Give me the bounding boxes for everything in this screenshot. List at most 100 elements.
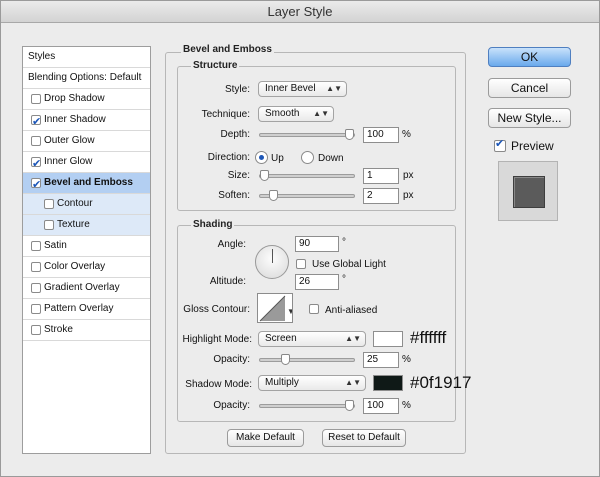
highlight-opacity-label: Opacity: bbox=[213, 354, 250, 365]
ok-button[interactable]: OK bbox=[488, 47, 571, 67]
style-item-label: Gradient Overlay bbox=[44, 282, 120, 293]
style-item-pattern-overlay[interactable]: Pattern Overlay bbox=[23, 299, 150, 320]
depth-unit: % bbox=[402, 129, 411, 140]
direction-label: Direction: bbox=[207, 152, 250, 163]
style-item-checkbox[interactable] bbox=[31, 262, 41, 272]
shadow-opacity-input[interactable]: 100 bbox=[363, 398, 399, 414]
highlight-opacity-slider[interactable] bbox=[259, 354, 355, 365]
style-item-checkbox[interactable] bbox=[31, 175, 41, 195]
shadow-opacity-label: Opacity: bbox=[213, 400, 250, 411]
styles-header-label: Styles bbox=[28, 51, 56, 62]
styles-list: Styles Blending Options: Default Drop Sha… bbox=[22, 46, 151, 454]
reset-to-default-button[interactable]: Reset to Default bbox=[322, 429, 406, 447]
style-item-drop-shadow[interactable]: Drop Shadow bbox=[23, 89, 150, 110]
style-item-checkbox[interactable] bbox=[31, 304, 41, 314]
anti-aliased-label: Anti-aliased bbox=[325, 305, 378, 316]
style-item-outer-glow[interactable]: Outer Glow bbox=[23, 131, 150, 152]
altitude-input[interactable]: 26 bbox=[295, 274, 339, 290]
depth-input[interactable]: 100 bbox=[363, 127, 399, 143]
highlight-mode-value: Screen bbox=[265, 333, 297, 344]
soften-input[interactable]: 2 bbox=[363, 188, 399, 204]
preview-sample-square bbox=[513, 176, 545, 208]
shadow-color-note: #0f1917 bbox=[410, 373, 472, 392]
style-item-checkbox[interactable] bbox=[31, 112, 41, 132]
highlight-opacity-unit: % bbox=[402, 354, 411, 365]
depth-label: Depth: bbox=[220, 129, 250, 140]
style-popup[interactable]: Inner Bevel ▲▼ bbox=[258, 81, 347, 97]
technique-popup[interactable]: Smooth ▲▼ bbox=[258, 106, 334, 122]
highlight-color-swatch[interactable] bbox=[373, 331, 403, 347]
shadow-opacity-slider[interactable] bbox=[259, 400, 355, 411]
styles-list-header[interactable]: Styles bbox=[23, 47, 150, 68]
soften-label: Soften: bbox=[218, 190, 250, 201]
style-item-checkbox[interactable] bbox=[44, 220, 54, 230]
gloss-contour-picker[interactable]: ▼ bbox=[257, 293, 293, 323]
style-item-checkbox[interactable] bbox=[31, 283, 41, 293]
global-light-label: Use Global Light bbox=[312, 259, 386, 270]
style-item-label: Inner Shadow bbox=[44, 114, 106, 125]
style-popup-value: Inner Bevel bbox=[265, 83, 316, 94]
anti-aliased-checkbox[interactable] bbox=[309, 304, 319, 314]
depth-slider[interactable] bbox=[259, 129, 355, 140]
technique-popup-value: Smooth bbox=[265, 108, 300, 119]
direction-down-radio[interactable] bbox=[301, 151, 314, 164]
style-item-label: Inner Glow bbox=[44, 156, 93, 167]
size-input[interactable]: 1 bbox=[363, 168, 399, 184]
style-item-color-overlay[interactable]: Color Overlay bbox=[23, 257, 150, 278]
structure-title: Structure bbox=[191, 60, 240, 71]
angle-input[interactable]: 90 bbox=[295, 236, 339, 252]
popup-arrows-icon: ▲▼ bbox=[345, 378, 361, 387]
style-item-bevel-and-emboss[interactable]: Bevel and Emboss bbox=[23, 173, 150, 195]
make-default-button[interactable]: Make Default bbox=[227, 429, 304, 447]
altitude-unit: ° bbox=[342, 274, 346, 285]
direction-up-radio[interactable] bbox=[255, 151, 268, 164]
style-item-inner-glow[interactable]: Inner Glow bbox=[23, 152, 150, 174]
highlight-color-note: #ffffff bbox=[410, 328, 447, 347]
shadow-opacity-unit: % bbox=[402, 400, 411, 411]
size-slider-thumb[interactable] bbox=[260, 170, 269, 181]
size-slider[interactable] bbox=[259, 170, 355, 181]
style-item-texture[interactable]: Texture bbox=[23, 215, 150, 236]
style-item-contour[interactable]: Contour bbox=[23, 194, 150, 215]
style-item-checkbox[interactable] bbox=[31, 136, 41, 146]
soften-slider-thumb[interactable] bbox=[269, 190, 278, 201]
style-item-checkbox[interactable] bbox=[31, 94, 41, 104]
highlight-opacity-thumb[interactable] bbox=[281, 354, 290, 365]
style-item-checkbox[interactable] bbox=[31, 241, 41, 251]
shadow-mode-value: Multiply bbox=[265, 377, 299, 388]
style-item-blending-options-default[interactable]: Blending Options: Default bbox=[23, 68, 150, 89]
global-light-checkbox[interactable] bbox=[296, 259, 306, 269]
style-item-label: Contour bbox=[57, 198, 93, 209]
angle-dial-indicator bbox=[272, 249, 273, 263]
window-title: Layer Style bbox=[1, 1, 599, 23]
direction-up-label: Up bbox=[271, 153, 284, 164]
highlight-mode-label: Highlight Mode: bbox=[182, 334, 252, 345]
style-item-inner-shadow[interactable]: Inner Shadow bbox=[23, 110, 150, 132]
style-item-checkbox[interactable] bbox=[31, 154, 41, 174]
preview-label: Preview bbox=[511, 139, 554, 153]
shadow-color-swatch[interactable] bbox=[373, 375, 403, 391]
style-item-checkbox[interactable] bbox=[44, 199, 54, 209]
style-item-stroke[interactable]: Stroke bbox=[23, 320, 150, 341]
style-item-gradient-overlay[interactable]: Gradient Overlay bbox=[23, 278, 150, 299]
cancel-button[interactable]: Cancel bbox=[488, 78, 571, 98]
style-item-satin[interactable]: Satin bbox=[23, 236, 150, 257]
highlight-mode-popup[interactable]: Screen ▲▼ bbox=[258, 331, 366, 347]
highlight-opacity-input[interactable]: 25 bbox=[363, 352, 399, 368]
shadow-opacity-thumb[interactable] bbox=[345, 400, 354, 411]
size-unit: px bbox=[403, 170, 414, 181]
popup-arrows-icon: ▲▼ bbox=[326, 84, 342, 93]
angle-label: Angle: bbox=[217, 239, 246, 250]
technique-label: Technique: bbox=[201, 109, 250, 120]
direction-down-label: Down bbox=[318, 153, 344, 164]
bevel-emboss-title: Bevel and Emboss bbox=[181, 44, 274, 55]
angle-dial[interactable] bbox=[255, 245, 289, 279]
new-style-button[interactable]: New Style... bbox=[488, 108, 571, 128]
contour-linear-icon: ▼ bbox=[259, 295, 292, 322]
style-item-checkbox[interactable] bbox=[31, 325, 41, 335]
soften-slider[interactable] bbox=[259, 190, 355, 201]
preview-checkbox[interactable] bbox=[494, 137, 506, 152]
depth-slider-thumb[interactable] bbox=[345, 129, 354, 140]
shadow-mode-popup[interactable]: Multiply ▲▼ bbox=[258, 375, 366, 391]
style-item-label: Satin bbox=[44, 240, 67, 251]
